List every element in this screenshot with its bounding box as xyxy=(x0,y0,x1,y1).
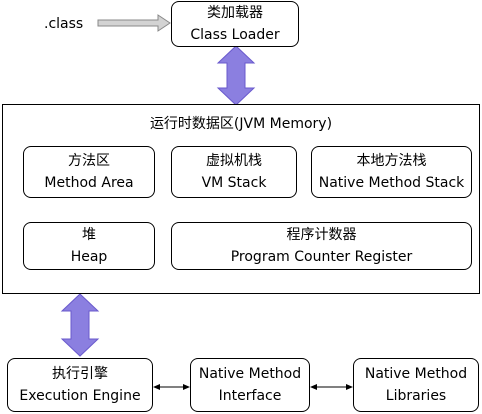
interface-libraries-connector xyxy=(310,384,353,390)
class-file-label: .class xyxy=(44,16,84,32)
jvm-memory-title: 运行时数据区(JVM Memory) xyxy=(149,116,333,132)
heap-box: 堆 Heap xyxy=(23,222,155,270)
execution-engine-en-label: Execution Engine xyxy=(19,388,141,404)
class-file-arrow xyxy=(97,14,171,32)
class-loader-en-label: Class Loader xyxy=(190,27,280,43)
method-area-cn-label: 方法区 xyxy=(68,153,110,169)
loader-memory-double-arrow xyxy=(216,45,256,106)
class-loader-cn-label: 类加载器 xyxy=(207,5,263,21)
native-libraries-line2-label: Libraries xyxy=(385,388,447,404)
heap-en-label: Heap xyxy=(70,249,108,265)
vm-stack-cn-label: 虚拟机栈 xyxy=(206,153,262,169)
native-libraries-box: Native Method Libraries xyxy=(353,358,479,412)
native-interface-line1-label: Native Method xyxy=(198,366,302,382)
method-area-en-label: Method Area xyxy=(44,175,134,191)
class-loader-box: 类加载器 Class Loader xyxy=(171,1,299,47)
native-interface-box: Native Method Interface xyxy=(190,358,310,412)
vm-stack-en-label: VM Stack xyxy=(201,175,267,191)
native-interface-line2-label: Interface xyxy=(218,388,282,404)
native-method-stack-cn-label: 本地方法栈 xyxy=(356,153,427,169)
native-method-stack-en-label: Native Method Stack xyxy=(318,175,465,191)
method-area-box: 方法区 Method Area xyxy=(23,146,155,198)
heap-cn-label: 堆 xyxy=(82,227,96,243)
program-counter-cn-label: 程序计数器 xyxy=(286,227,357,243)
native-libraries-line1-label: Native Method xyxy=(364,366,468,382)
execution-engine-box: 执行引擎 Execution Engine xyxy=(7,358,153,412)
native-method-stack-box: 本地方法栈 Native Method Stack xyxy=(311,146,472,198)
execution-engine-cn-label: 执行引擎 xyxy=(52,366,108,382)
vm-stack-box: 虚拟机栈 VM Stack xyxy=(171,146,297,198)
program-counter-en-label: Program Counter Register xyxy=(230,249,413,265)
engine-interface-connector xyxy=(153,384,190,390)
memory-engine-double-arrow xyxy=(60,293,100,357)
program-counter-box: 程序计数器 Program Counter Register xyxy=(171,222,472,270)
